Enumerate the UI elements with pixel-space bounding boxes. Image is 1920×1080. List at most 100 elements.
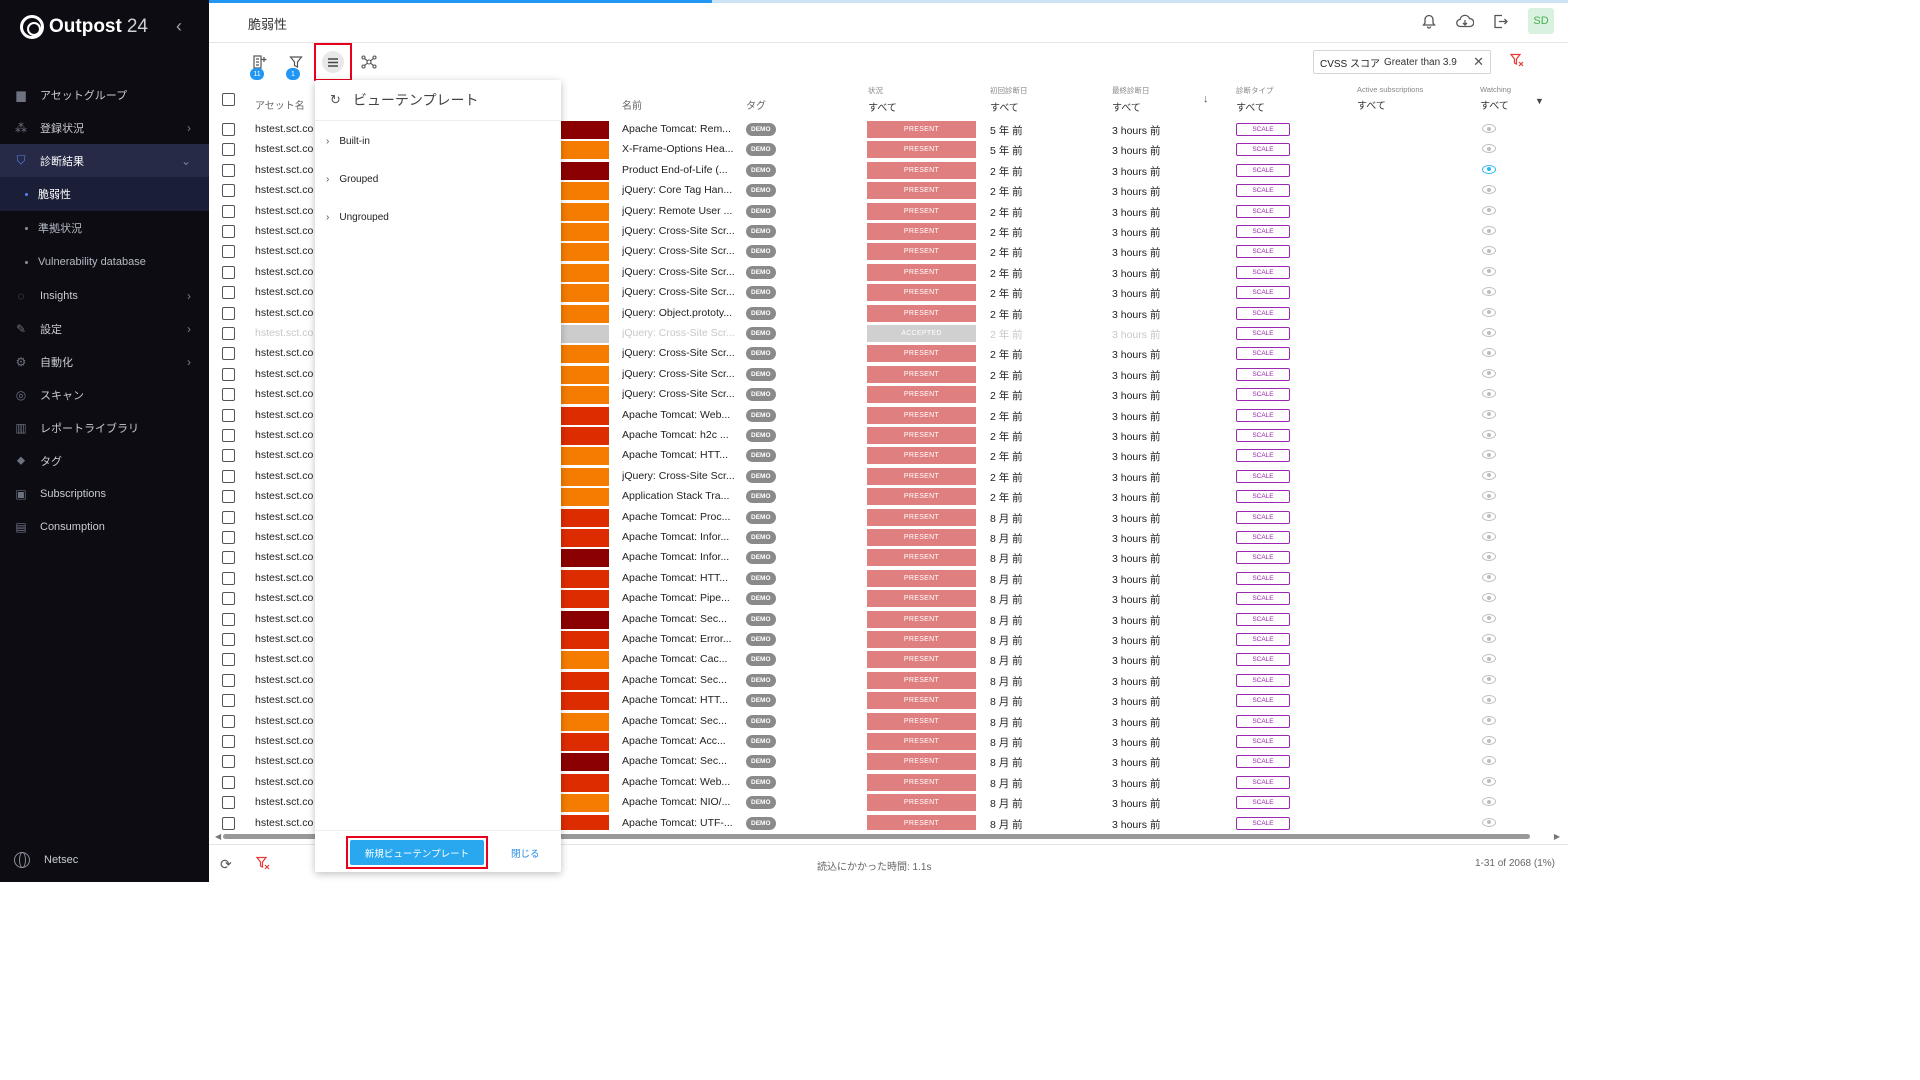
column-header-subscriptions[interactable]: Active subscriptions すべて [1357, 85, 1423, 112]
tag-badge[interactable]: DEMO [746, 714, 776, 728]
bell-icon[interactable] [1420, 12, 1438, 30]
asset-name[interactable]: hstest.sct.co [255, 266, 315, 278]
tag-badge[interactable]: DEMO [746, 388, 776, 402]
tag-badge[interactable]: DEMO [746, 123, 776, 136]
tag-badge[interactable]: DEMO [746, 327, 776, 340]
row-checkbox[interactable] [222, 367, 235, 381]
asset-name[interactable]: hstest.sct.co [255, 286, 315, 298]
asset-name[interactable]: hstest.sct.co [255, 776, 315, 788]
row-checkbox[interactable] [222, 184, 235, 198]
subscriptions-header-filter[interactable]: すべて [1357, 97, 1423, 112]
watching-header-filter[interactable]: すべて [1480, 97, 1511, 112]
row-checkbox[interactable] [222, 592, 235, 606]
asset-name[interactable]: hstest.sct.co [255, 531, 315, 543]
row-checkbox[interactable] [222, 163, 235, 177]
tag-badge[interactable]: DEMO [746, 469, 776, 483]
watch-eye-icon[interactable] [1482, 185, 1496, 195]
user-avatar[interactable]: SD [1528, 8, 1554, 34]
row-checkbox[interactable] [222, 653, 235, 667]
asset-name[interactable]: hstest.sct.co [255, 409, 315, 421]
sidebar-item[interactable]: ◎ スキャン [0, 378, 209, 411]
vulnerability-name[interactable]: jQuery: Cross-Site Scr... [622, 368, 734, 380]
row-checkbox[interactable] [222, 775, 235, 789]
tag-badge[interactable]: DEMO [746, 306, 776, 320]
vulnerability-name[interactable]: Apache Tomcat: Sec... [622, 755, 734, 767]
vulnerability-name[interactable]: Apache Tomcat: NIO/... [622, 796, 734, 808]
row-checkbox[interactable] [222, 510, 235, 524]
vulnerability-name[interactable]: Apache Tomcat: HTT... [622, 572, 734, 584]
tag-badge[interactable]: DEMO [746, 184, 776, 198]
row-checkbox[interactable] [222, 694, 235, 708]
last-seen-header-filter[interactable]: すべて [1112, 99, 1150, 114]
column-header-name[interactable]: 名前 [622, 97, 642, 112]
asset-name[interactable]: hstest.sct.co [255, 143, 315, 155]
row-checkbox[interactable] [222, 143, 235, 157]
tag-badge[interactable]: DEMO [746, 592, 776, 606]
watch-eye-icon[interactable] [1482, 307, 1496, 317]
asset-name[interactable]: hstest.sct.co [255, 164, 315, 176]
row-checkbox[interactable] [222, 327, 235, 340]
new-view-template-button[interactable]: 新規ビューテンプレート [350, 840, 484, 865]
vulnerability-name[interactable]: Apache Tomcat: HTT... [622, 694, 734, 706]
watch-eye-icon[interactable] [1482, 776, 1496, 786]
vulnerability-name[interactable]: jQuery: Object.prototy... [622, 307, 734, 319]
asset-name[interactable]: hstest.sct.co [255, 653, 315, 665]
collapse-sidebar-icon[interactable]: ‹ [176, 16, 182, 37]
tag-badge[interactable]: DEMO [746, 755, 776, 769]
vulnerability-name[interactable]: Apache Tomcat: Rem... [622, 123, 734, 135]
tag-badge[interactable]: DEMO [746, 735, 776, 748]
watch-eye-icon[interactable] [1482, 572, 1496, 582]
template-group-ungrouped[interactable]: › Ungrouped [326, 207, 389, 227]
row-checkbox[interactable] [222, 245, 235, 259]
tag-badge[interactable]: DEMO [746, 204, 776, 218]
sidebar-item[interactable]: ⛉ 診断結果 ⌄ [0, 144, 209, 177]
watch-eye-icon[interactable] [1482, 226, 1496, 235]
asset-name[interactable]: hstest.sct.co [255, 796, 315, 808]
watch-eye-icon[interactable] [1482, 348, 1496, 358]
row-checkbox[interactable] [222, 306, 235, 320]
tag-badge[interactable]: DEMO [746, 367, 776, 381]
vulnerability-name[interactable]: jQuery: Cross-Site Scr... [622, 388, 734, 400]
sidebar-subitem[interactable]: Vulnerability database [0, 245, 209, 279]
watch-eye-icon[interactable] [1482, 328, 1496, 337]
watch-eye-icon[interactable] [1482, 368, 1496, 378]
clear-filters-icon[interactable] [1509, 53, 1524, 70]
row-checkbox[interactable] [222, 571, 235, 585]
row-checkbox[interactable] [222, 796, 235, 810]
row-checkbox[interactable] [222, 816, 235, 830]
vulnerability-name[interactable]: jQuery: Cross-Site Scr... [622, 470, 734, 482]
template-group-built-in[interactable]: › Built-in [326, 131, 370, 151]
row-checkbox[interactable] [222, 347, 235, 361]
cloud-download-icon[interactable] [1456, 12, 1474, 30]
watch-eye-icon[interactable] [1482, 695, 1496, 705]
row-checkbox[interactable] [222, 204, 235, 218]
tag-badge[interactable]: DEMO [746, 143, 776, 157]
tag-badge[interactable]: DEMO [746, 265, 776, 279]
column-header-tags[interactable]: タグ [746, 97, 766, 112]
watch-eye-icon[interactable] [1482, 430, 1496, 439]
asset-name[interactable]: hstest.sct.co [255, 429, 315, 441]
watch-eye-icon[interactable] [1482, 736, 1496, 745]
logo[interactable]: Outpost 24 [20, 14, 148, 40]
vulnerability-name[interactable]: jQuery: Cross-Site Scr... [622, 347, 734, 359]
column-header-watching[interactable]: Watching すべて [1480, 85, 1511, 112]
asset-name[interactable]: hstest.sct.co [255, 347, 315, 359]
watch-eye-icon[interactable] [1482, 164, 1496, 174]
watch-eye-icon[interactable] [1482, 715, 1496, 725]
tag-badge[interactable]: DEMO [746, 653, 776, 667]
watch-eye-icon[interactable] [1482, 532, 1496, 541]
vulnerability-name[interactable]: Apache Tomcat: Web... [622, 776, 734, 788]
reset-icon[interactable]: ↻ [330, 92, 341, 108]
asset-name[interactable]: hstest.sct.co [255, 184, 315, 196]
sidebar-item[interactable]: ▆ アセットグループ [0, 78, 209, 111]
tag-badge[interactable]: DEMO [746, 694, 776, 708]
row-checkbox[interactable] [222, 735, 235, 748]
asset-name[interactable]: hstest.sct.co [255, 225, 315, 237]
asset-name[interactable]: hstest.sct.co [255, 572, 315, 584]
tag-badge[interactable]: DEMO [746, 571, 776, 585]
template-group-grouped[interactable]: › Grouped [326, 169, 378, 189]
watch-eye-icon[interactable] [1482, 389, 1496, 399]
tag-badge[interactable]: DEMO [746, 225, 776, 238]
tag-badge[interactable]: DEMO [746, 163, 776, 177]
vulnerability-name[interactable]: Apache Tomcat: Web... [622, 409, 734, 421]
